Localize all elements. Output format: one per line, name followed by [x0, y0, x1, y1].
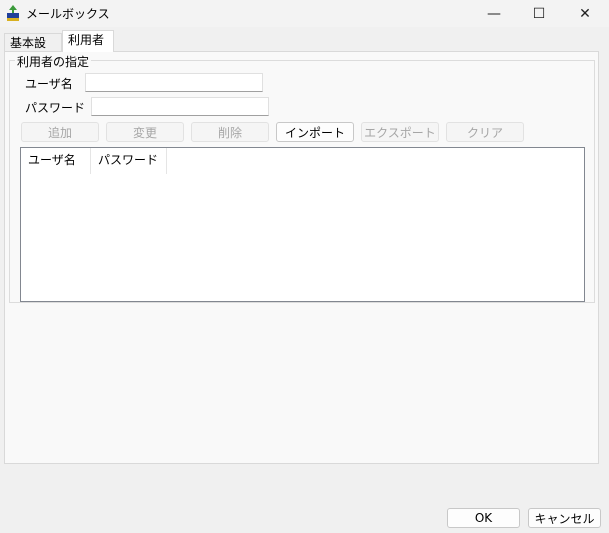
tab-basic-settings[interactable]: 基本設定 [4, 33, 62, 68]
cancel-button[interactable]: キャンセル [528, 508, 601, 528]
edit-button[interactable]: 変更 [106, 122, 184, 142]
mailbox-app-icon [7, 5, 19, 21]
password-label: パスワード [25, 101, 86, 115]
window-title: メールボックス [26, 7, 110, 21]
user-list[interactable]: ユーザ名 パスワード [20, 147, 585, 302]
clear-button[interactable]: クリア [446, 122, 524, 142]
close-icon: ✕ [579, 5, 591, 22]
ok-button[interactable]: OK [447, 508, 520, 528]
tab-users[interactable]: 利用者 [62, 30, 114, 52]
minimize-button[interactable]: — [471, 0, 517, 27]
close-button[interactable]: ✕ [562, 0, 608, 27]
minimize-icon: — [487, 5, 501, 22]
add-button[interactable]: 追加 [21, 122, 99, 142]
column-header-username[interactable]: ユーザ名 [21, 148, 91, 174]
maximize-button[interactable]: ☐ [516, 0, 562, 27]
maximize-icon: ☐ [532, 5, 546, 22]
username-input[interactable] [85, 73, 263, 92]
import-button[interactable]: インポート [276, 122, 354, 142]
password-input[interactable] [91, 97, 269, 116]
export-button[interactable]: エクスポート [361, 122, 439, 142]
username-label: ユーザ名 [25, 77, 73, 91]
delete-button[interactable]: 削除 [191, 122, 269, 142]
title-bar: メールボックス — ☐ ✕ [0, 0, 609, 27]
column-header-password[interactable]: パスワード [91, 148, 167, 174]
user-group-title: 利用者の指定 [15, 53, 92, 70]
